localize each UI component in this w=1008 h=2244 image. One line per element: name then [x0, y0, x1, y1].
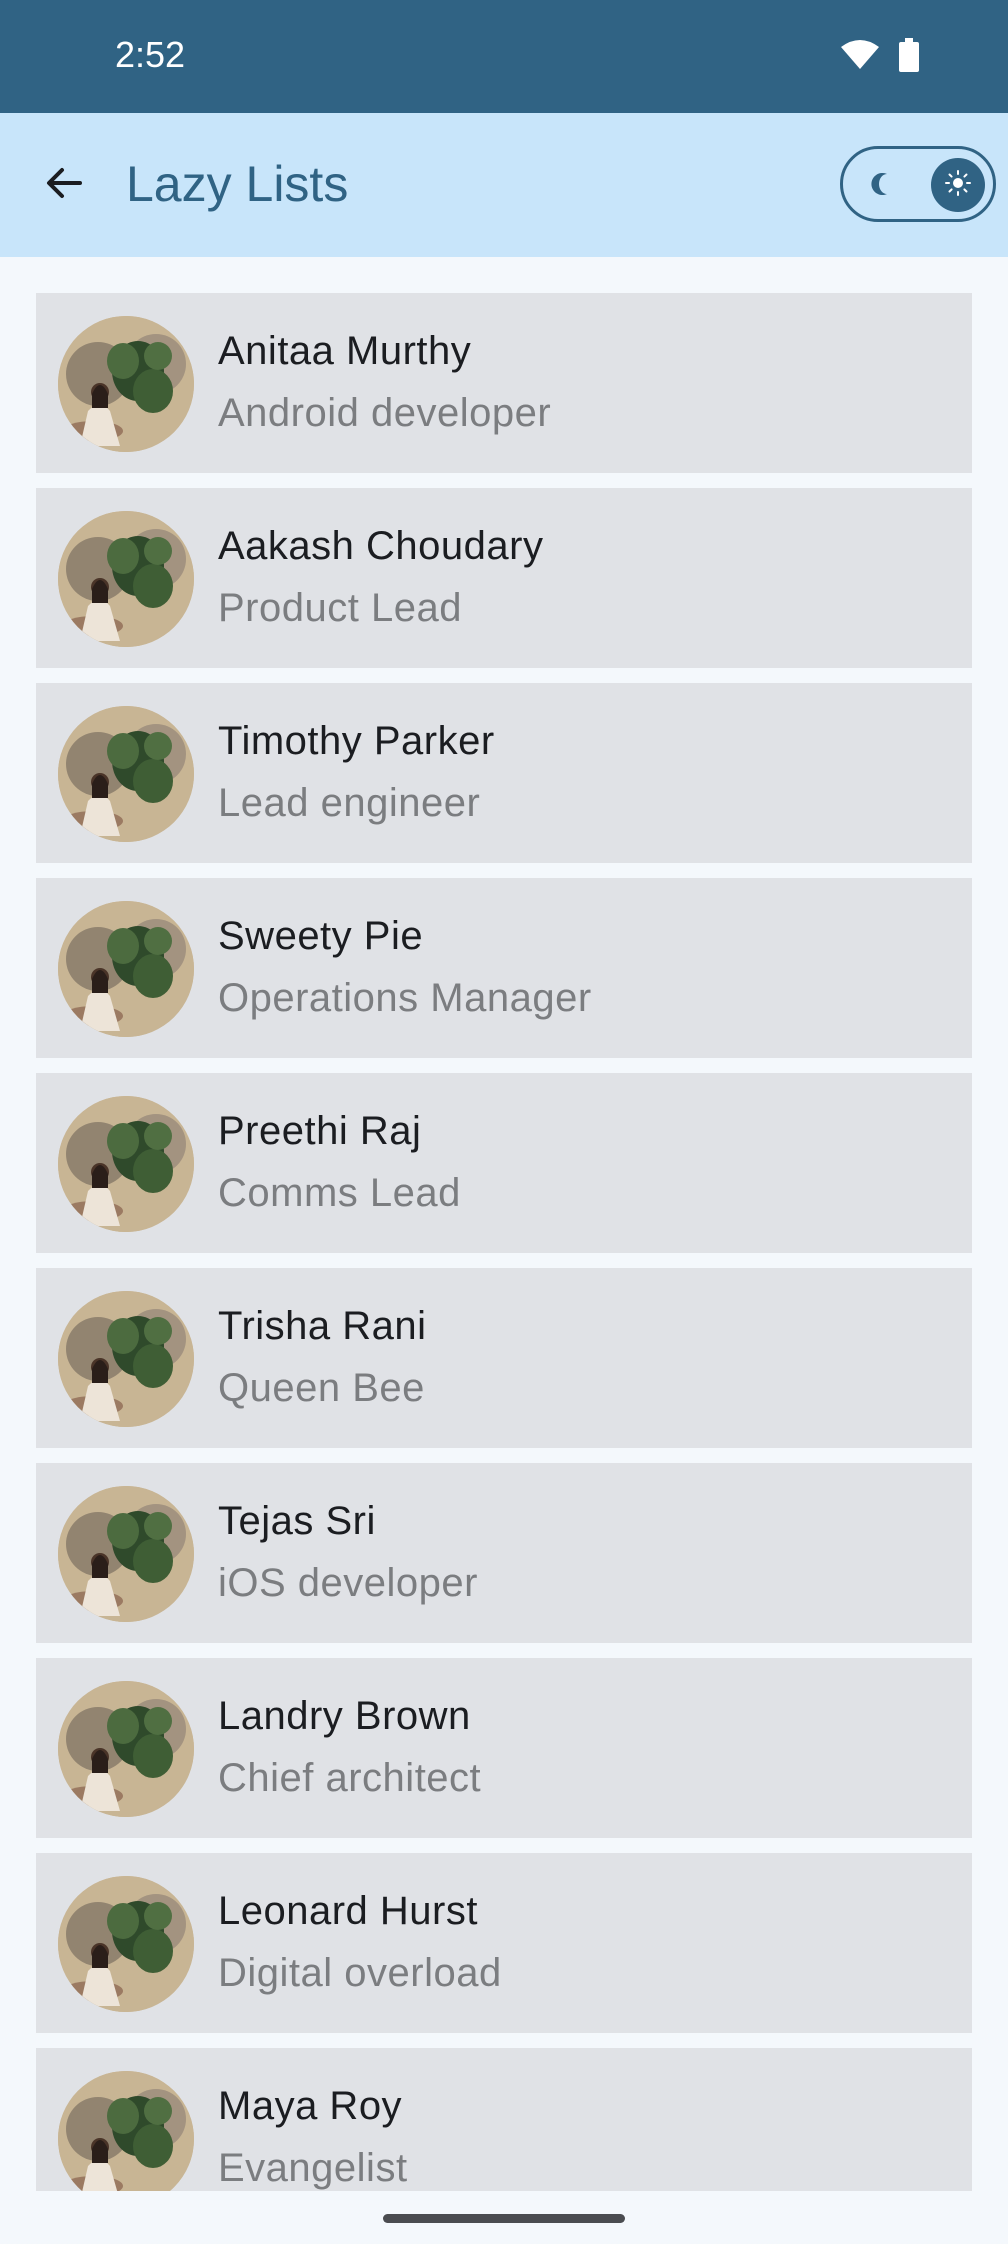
list-item[interactable]: Leonard Hurst Digital overload — [36, 1853, 972, 2033]
person-name: Anitaa Murthy — [218, 329, 472, 373]
back-button[interactable] — [34, 155, 94, 215]
battery-icon — [898, 38, 920, 77]
person-name: Trisha Rani — [218, 1304, 427, 1348]
wifi-icon — [840, 39, 880, 76]
person-role: Queen Bee — [218, 1366, 425, 1410]
people-list[interactable]: Anitaa Murthy Android developer Aakash C… — [36, 293, 972, 2191]
person-role: Lead engineer — [218, 781, 481, 825]
person-role: Comms Lead — [218, 1171, 461, 1215]
person-name: Aakash Choudary — [218, 524, 544, 568]
person-name: Maya Roy — [218, 2084, 403, 2128]
list-item[interactable]: Maya Roy Evangelist — [36, 2048, 972, 2191]
page-title: Lazy Lists — [126, 156, 349, 212]
person-name: Landry Brown — [218, 1694, 471, 1738]
moon-icon — [867, 169, 897, 204]
avatar — [58, 316, 194, 452]
person-role: Digital overload — [218, 1951, 502, 1995]
list-item[interactable]: Sweety Pie Operations Manager — [36, 878, 972, 1058]
person-role: Product Lead — [218, 586, 462, 630]
person-name: Preethi Raj — [218, 1109, 422, 1153]
person-role: Evangelist — [218, 2146, 408, 2190]
list-item[interactable]: Timothy Parker Lead engineer — [36, 683, 972, 863]
list-item[interactable]: Preethi Raj Comms Lead — [36, 1073, 972, 1253]
avatar — [58, 1486, 194, 1622]
person-role: Chief architect — [218, 1756, 482, 1800]
status-bar: 2:52 — [0, 0, 1008, 113]
status-time: 2:52 — [115, 34, 186, 75]
list-item[interactable]: Trisha Rani Queen Bee — [36, 1268, 972, 1448]
avatar — [58, 901, 194, 1037]
avatar — [58, 1681, 194, 1817]
top-app-bar: Lazy Lists — [0, 113, 1008, 257]
avatar — [58, 706, 194, 842]
avatar — [58, 1876, 194, 2012]
list-item[interactable]: Tejas Sri iOS developer — [36, 1463, 972, 1643]
list-item[interactable]: Aakash Choudary Product Lead — [36, 488, 972, 668]
avatar — [58, 2071, 194, 2191]
person-name: Sweety Pie — [218, 914, 424, 958]
person-name: Leonard Hurst — [218, 1889, 478, 1933]
person-role: iOS developer — [218, 1561, 478, 1605]
sun-icon — [944, 169, 972, 202]
person-role: Android developer — [218, 391, 552, 435]
arrow-back-icon — [44, 163, 84, 208]
person-name: Timothy Parker — [218, 719, 495, 763]
toggle-knob[interactable] — [931, 158, 985, 212]
list-item[interactable]: Landry Brown Chief architect — [36, 1658, 972, 1838]
list-item[interactable]: Anitaa Murthy Android developer — [36, 293, 972, 473]
person-name: Tejas Sri — [218, 1499, 376, 1543]
avatar — [58, 1291, 194, 1427]
person-role: Operations Manager — [218, 976, 592, 1020]
home-indicator[interactable] — [383, 2214, 625, 2223]
avatar — [58, 1096, 194, 1232]
avatar — [58, 511, 194, 647]
theme-toggle[interactable] — [840, 146, 996, 222]
